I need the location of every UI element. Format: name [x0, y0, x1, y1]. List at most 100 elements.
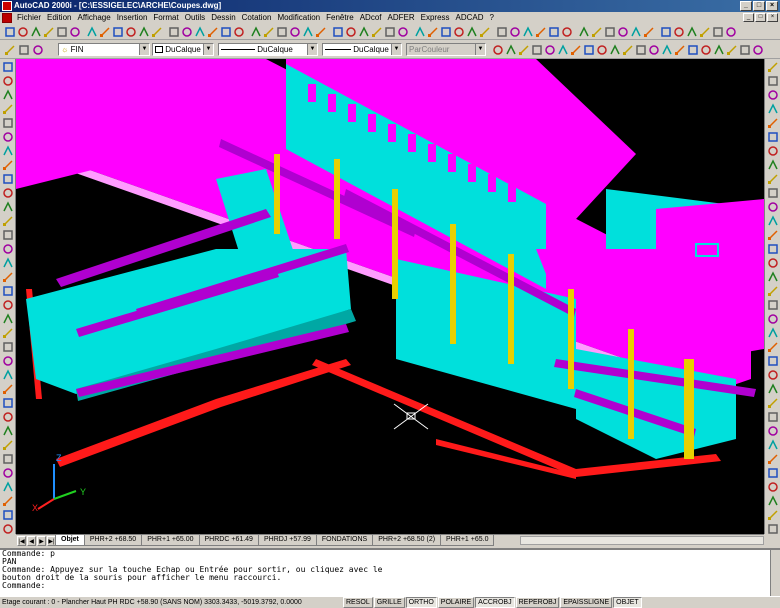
draw-tool-icon[interactable] [2, 229, 14, 241]
menu-outils[interactable]: Outils [182, 12, 208, 24]
modify-tool-icon[interactable] [767, 103, 779, 115]
toolbar-tool-icon[interactable] [505, 44, 517, 56]
toolbar-tool-icon[interactable] [492, 44, 504, 56]
draw-tool-icon[interactable] [2, 313, 14, 325]
modify-tool-icon[interactable] [767, 523, 779, 535]
menu-affichage[interactable]: Affichage [74, 12, 113, 24]
toolbar-tool-icon[interactable] [726, 44, 738, 56]
toolbar-tool-icon[interactable] [557, 44, 569, 56]
tab-phr1[interactable]: PHR+1 +65.00 [141, 535, 200, 546]
toolbar-tool-icon[interactable] [263, 26, 275, 38]
modify-tool-icon[interactable] [767, 411, 779, 423]
draw-tool-icon[interactable] [2, 425, 14, 437]
draw-tool-icon[interactable] [2, 523, 14, 535]
modify-tool-icon[interactable] [767, 467, 779, 479]
toolbar-tool-icon[interactable] [509, 26, 521, 38]
autocad-app-icon[interactable] [2, 1, 12, 11]
tab-fondations[interactable]: FONDATIONS [315, 535, 374, 546]
modify-tool-icon[interactable] [767, 453, 779, 465]
toolbar-tool-icon[interactable] [661, 44, 673, 56]
modify-tool-icon[interactable] [767, 425, 779, 437]
menu-adfer[interactable]: ADFER [385, 12, 418, 24]
draw-tool-icon[interactable] [2, 341, 14, 353]
command-prompt[interactable]: Commande: [2, 582, 780, 590]
document-icon[interactable] [2, 13, 12, 23]
toolbar-tool-icon[interactable] [30, 26, 42, 38]
next-tab-button[interactable]: ▶ [37, 535, 46, 546]
draw-tool-icon[interactable] [2, 411, 14, 423]
toolbar-tool-icon[interactable] [384, 26, 396, 38]
toolbar-tool-icon[interactable] [207, 26, 219, 38]
toolbar-tool-icon[interactable] [712, 26, 724, 38]
toolbar-tool-icon[interactable] [686, 26, 698, 38]
draw-tool-icon[interactable] [2, 117, 14, 129]
toolbar-tool-icon[interactable] [427, 26, 439, 38]
drawing-area[interactable]: Z Y X [16, 59, 764, 534]
menu-modification[interactable]: Modification [274, 12, 323, 24]
draw-tool-icon[interactable] [2, 327, 14, 339]
toolbar-tool-icon[interactable] [630, 26, 642, 38]
draw-tool-icon[interactable] [2, 467, 14, 479]
toolbar-tool-icon[interactable] [332, 26, 344, 38]
toolbar-tool-icon[interactable] [635, 44, 647, 56]
tab-phr2[interactable]: PHR+2 +68.50 [83, 535, 143, 546]
modify-tool-icon[interactable] [767, 145, 779, 157]
toolbar-tool-icon[interactable] [440, 26, 452, 38]
toolbar-tool-icon[interactable] [725, 26, 737, 38]
toolbar-tool-icon[interactable] [99, 26, 111, 38]
menu-cotation[interactable]: Cotation [239, 12, 275, 24]
close-button[interactable]: × [766, 1, 778, 11]
prev-tab-button[interactable]: ◀ [27, 535, 36, 546]
modify-tool-icon[interactable] [767, 201, 779, 213]
toolbar-tool-icon[interactable] [643, 26, 655, 38]
modify-tool-icon[interactable] [767, 187, 779, 199]
layer-combo[interactable]: ☼ FIN ▼ [58, 43, 150, 56]
toolbar-tool-icon[interactable] [181, 26, 193, 38]
draw-tool-icon[interactable] [2, 453, 14, 465]
toolbar-tool-icon[interactable] [43, 26, 55, 38]
modify-tool-icon[interactable] [767, 439, 779, 451]
toolbar-tool-icon[interactable] [250, 26, 262, 38]
draw-tool-icon[interactable] [2, 355, 14, 367]
tab-phrdc[interactable]: PHRDC +61.49 [198, 535, 259, 546]
tab-phr1-copy[interactable]: PHR+1 +65.0 [440, 535, 495, 546]
toolbar-tool-icon[interactable] [561, 26, 573, 38]
toolbar-tool-icon[interactable] [466, 26, 478, 38]
toolbar-tool-icon[interactable] [315, 26, 327, 38]
modify-tool-icon[interactable] [767, 159, 779, 171]
layer-tool-icon[interactable] [18, 44, 30, 56]
toolbar-tool-icon[interactable] [609, 44, 621, 56]
toolbar-tool-icon[interactable] [535, 26, 547, 38]
toolbar-tool-icon[interactable] [674, 44, 686, 56]
toolbar-tool-icon[interactable] [397, 26, 409, 38]
tab-objet[interactable]: Objet [55, 535, 85, 546]
toolbar-tool-icon[interactable] [86, 26, 98, 38]
toolbar-tool-icon[interactable] [138, 26, 150, 38]
minimize-button[interactable]: _ [740, 1, 752, 11]
toolbar-tool-icon[interactable] [673, 26, 685, 38]
chevron-down-icon[interactable]: ▼ [139, 44, 149, 55]
lineweight-toggle[interactable]: EPAISSLIGNE [560, 597, 613, 608]
toolbar-tool-icon[interactable] [660, 26, 672, 38]
draw-tool-icon[interactable] [2, 173, 14, 185]
toolbar-tool-icon[interactable] [112, 26, 124, 38]
doc-minimize-button[interactable]: _ [743, 13, 754, 22]
toolbar-tool-icon[interactable] [289, 26, 301, 38]
menu-help[interactable]: ? [487, 12, 497, 24]
draw-tool-icon[interactable] [2, 187, 14, 199]
toolbar-tool-icon[interactable] [687, 44, 699, 56]
draw-tool-icon[interactable] [2, 509, 14, 521]
linetype-combo[interactable]: DuCalque ▼ [218, 43, 318, 56]
toolbar-tool-icon[interactable] [648, 44, 660, 56]
ortho-toggle[interactable]: ORTHO [405, 597, 437, 608]
toolbar-tool-icon[interactable] [4, 26, 16, 38]
draw-tool-icon[interactable] [2, 257, 14, 269]
lineweight-combo[interactable]: DuCalque ▼ [322, 43, 402, 56]
toolbar-tool-icon[interactable] [125, 26, 137, 38]
modify-tool-icon[interactable] [767, 131, 779, 143]
menu-dessin[interactable]: Dessin [208, 12, 238, 24]
toolbar-tool-icon[interactable] [151, 26, 163, 38]
toolbar-tool-icon[interactable] [713, 44, 725, 56]
modify-tool-icon[interactable] [767, 173, 779, 185]
layer-tool-icon[interactable] [32, 44, 44, 56]
